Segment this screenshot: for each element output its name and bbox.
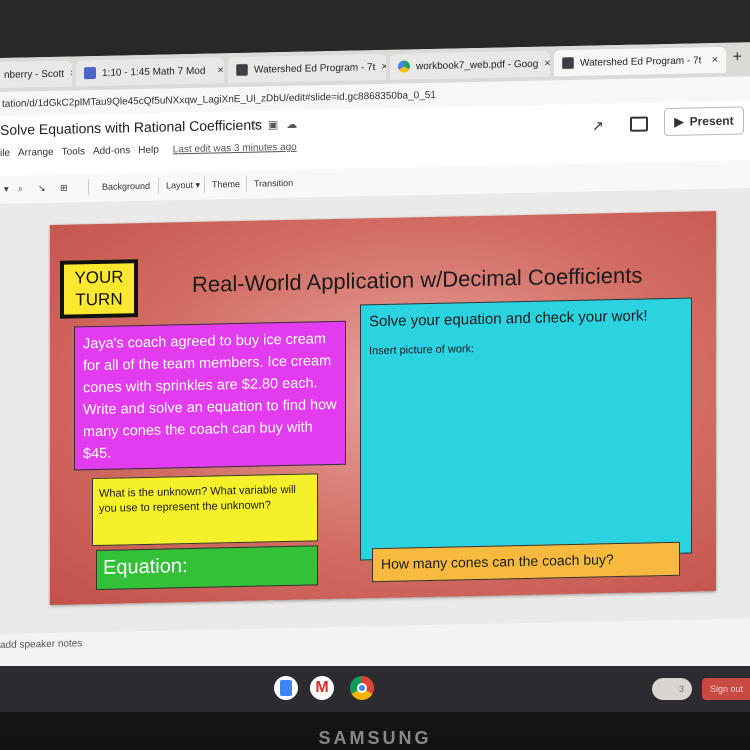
work-subtitle: Insert picture of work: xyxy=(369,343,475,358)
tab-5[interactable]: Watershed Ed Program - 7t × xyxy=(554,46,726,77)
close-icon[interactable]: × xyxy=(375,61,386,73)
your-turn-badge[interactable]: YOUR TURN xyxy=(60,259,138,319)
theme-button[interactable]: Theme xyxy=(208,177,244,192)
title-icons: ☆▣☁ xyxy=(250,118,305,132)
your-turn-line2: TURN xyxy=(75,289,123,310)
tab-label: Watershed Ed Program - 7t xyxy=(580,54,702,69)
problem-text-box[interactable]: Jaya's coach agreed to buy ice cream for… xyxy=(74,320,346,471)
slides-icon xyxy=(562,56,574,70)
toolbar-divider xyxy=(204,176,205,193)
device-brand-logo: SAMSUNG xyxy=(318,728,432,748)
close-icon[interactable]: × xyxy=(706,54,718,66)
menu-bar: ile Arrange Tools Add-ons Help Last edit… xyxy=(0,142,297,159)
line-icon[interactable]: ↘ xyxy=(38,183,46,194)
work-title: Solve your equation and check your work! xyxy=(369,307,648,331)
gmail-app-icon[interactable]: M xyxy=(310,676,334,700)
menu-arrange[interactable]: Arrange xyxy=(18,147,54,159)
tab-3[interactable]: Watershed Ed Program - 7t × xyxy=(228,53,386,84)
close-icon[interactable]: × xyxy=(64,67,72,79)
slide-canvas: YOUR TURN Real-World Application w/Decim… xyxy=(0,188,750,634)
menu-file[interactable]: ile xyxy=(0,148,10,159)
menu-help[interactable]: Help xyxy=(138,145,159,156)
last-edit-link[interactable]: Last edit was 3 minutes ago xyxy=(173,142,297,156)
url-text: tation/d/1dGkC2plMTau9Qle45cQf5uNXxqw_La… xyxy=(2,89,436,110)
slide-title[interactable]: Real-World Application w/Decimal Coeffic… xyxy=(192,263,642,298)
your-turn-line1: YOUR xyxy=(74,267,124,288)
toolbar-divider xyxy=(246,175,247,192)
new-tab-button[interactable]: + xyxy=(733,48,742,66)
move-folder-icon[interactable]: ▣ xyxy=(268,119,286,131)
comment-icon[interactable] xyxy=(630,116,648,132)
star-icon[interactable]: ☆ xyxy=(250,119,268,131)
drive-icon xyxy=(398,60,410,73)
tab-label: Watershed Ed Program - 7t xyxy=(254,61,376,76)
sign-out-button[interactable]: Sign out xyxy=(702,678,750,700)
document-title[interactable]: Solve Equations with Rational Coefficien… xyxy=(0,117,262,138)
tab-2[interactable]: 1:10 - 1:45 Math 7 Mod × xyxy=(76,57,224,87)
chrome-app-icon[interactable] xyxy=(350,676,374,700)
slides-icon xyxy=(236,63,248,77)
comment-add-icon[interactable]: ⊞ xyxy=(60,183,68,194)
close-icon[interactable]: × xyxy=(538,57,550,69)
layout-button[interactable]: Layout ▾ xyxy=(162,178,204,194)
toolbar-divider xyxy=(88,179,89,196)
os-shelf: M 3 Sign out xyxy=(0,666,750,712)
speaker-notes[interactable]: add speaker notes xyxy=(0,638,82,651)
cloud-status-icon[interactable]: ☁ xyxy=(286,119,305,131)
menu-addons[interactable]: Add-ons xyxy=(93,145,130,157)
equation-box[interactable]: Equation: xyxy=(96,545,318,590)
activity-trend-icon[interactable]: ↗ xyxy=(592,117,604,134)
screen: nberry - Scott × 1:10 - 1:45 Math 7 Mod … xyxy=(0,42,750,709)
shape-icon[interactable]: ⌕ xyxy=(18,184,23,195)
docs-app-icon[interactable] xyxy=(274,676,298,700)
background-button[interactable]: Background xyxy=(98,179,154,194)
tab-label: 1:10 - 1:45 Math 7 Mod xyxy=(102,65,206,79)
tab-label: workbook7_web.pdf - Goog xyxy=(416,58,539,72)
menu-tools[interactable]: Tools xyxy=(62,146,85,157)
toolbar-divider xyxy=(158,177,159,194)
slide[interactable]: YOUR TURN Real-World Application w/Decim… xyxy=(50,211,716,605)
status-tray[interactable]: 3 xyxy=(652,678,692,700)
close-icon[interactable]: × xyxy=(211,64,223,76)
unknown-prompt-box[interactable]: What is the unknown? What variable will … xyxy=(92,473,318,547)
tab-label: nberry - Scott xyxy=(4,68,65,81)
cones-question-box[interactable]: How many cones can the coach buy? xyxy=(372,541,680,583)
select-icon[interactable]: ▾ xyxy=(4,184,9,195)
tab-1[interactable]: nberry - Scott × xyxy=(0,60,72,89)
work-box[interactable]: Solve your equation and check your work!… xyxy=(360,297,692,561)
present-icon: ▶ xyxy=(674,114,684,129)
transition-button[interactable]: Transition xyxy=(250,176,297,191)
tab-4[interactable]: workbook7_web.pdf - Goog × xyxy=(390,50,550,80)
present-button[interactable]: ▶ Present xyxy=(664,106,744,137)
present-label: Present xyxy=(689,113,734,129)
meet-icon xyxy=(84,66,96,80)
